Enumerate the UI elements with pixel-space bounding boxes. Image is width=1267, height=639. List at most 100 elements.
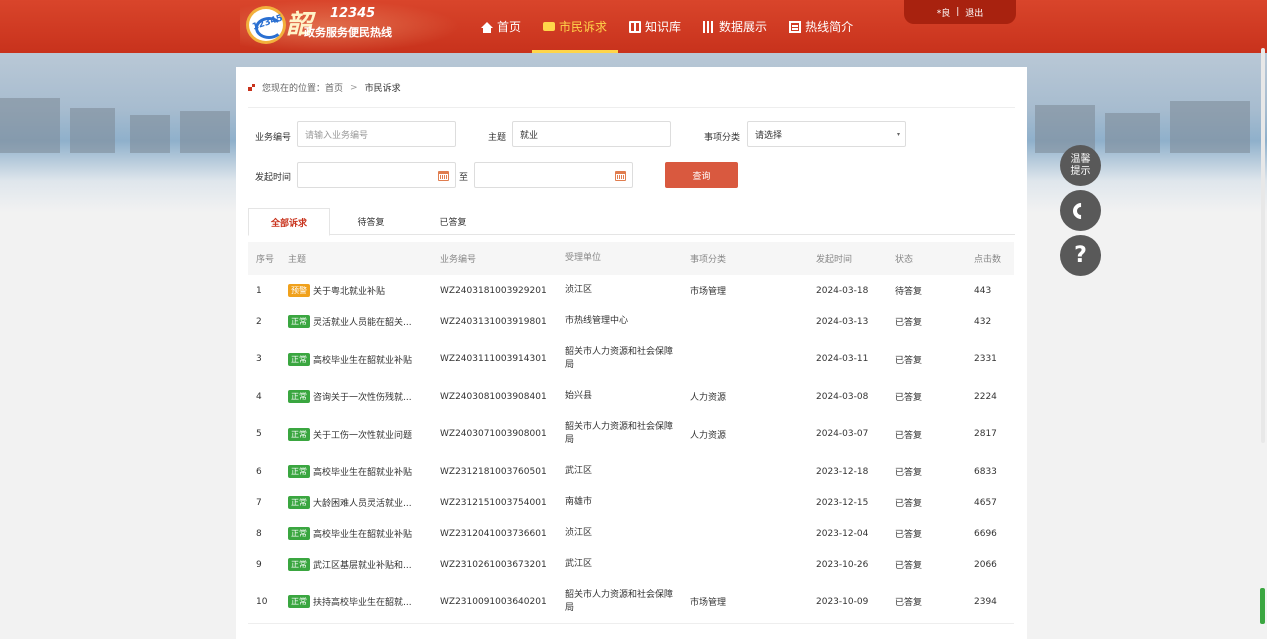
subject-link[interactable]: 咨询关于一次性伤残就... [313, 390, 412, 403]
row-status: 已答复 [895, 430, 923, 441]
row-hits: 2066 [974, 559, 997, 570]
row-unit: 浈江区 [565, 528, 593, 538]
business-no-input[interactable]: 请输入业务编号 [297, 121, 456, 147]
banner-building [180, 111, 230, 153]
tab-replied[interactable]: 已答复 [412, 208, 494, 235]
logout-link[interactable]: 退出 [965, 6, 983, 19]
table-row[interactable]: 10 正常 扶持高校毕业生在韶就... WZ2310091003640201 韶关市人力… [248, 580, 1014, 624]
row-date: 2023-12-15 [816, 497, 869, 508]
row-subject[interactable]: 预警 关于粤北就业补贴 [280, 284, 432, 297]
row-index: 7 [256, 497, 262, 508]
row-hits: 6696 [974, 528, 997, 539]
row-hits: 2224 [974, 391, 997, 402]
status-badge: 正常 [288, 315, 310, 328]
status-badge: 正常 [288, 427, 310, 441]
subject-link[interactable]: 高校毕业生在韶就业补贴 [313, 527, 412, 540]
row-hits: 4657 [974, 497, 997, 508]
table-row[interactable]: 2 正常 灵活就业人员能在韶关... WZ2403131003919801 市热线管理中… [248, 306, 1014, 337]
subject-link[interactable]: 灵活就业人员能在韶关... [313, 315, 412, 328]
home-icon [481, 21, 493, 33]
status-badge: 正常 [288, 558, 310, 571]
nav-citizen-appeals[interactable]: 市民诉求 [532, 0, 619, 53]
row-category: 人力资源 [690, 430, 727, 441]
tips-button[interactable]: 温馨 提示 [1060, 145, 1101, 186]
subject-link[interactable]: 高校毕业生在韶就业补贴 [313, 353, 412, 366]
start-date-input[interactable] [297, 162, 456, 188]
status-badge: 正常 [288, 496, 310, 509]
nav-hotline-intro[interactable]: 热线简介 [778, 0, 864, 53]
row-hits: 6833 [974, 466, 997, 477]
row-subject[interactable]: 正常 武江区基层就业补贴和... [280, 558, 432, 571]
nav-data-display-label: 数据展示 [719, 20, 768, 34]
row-business-no: WZ2310091003640201 [440, 596, 547, 607]
nav-citizen-appeals-label: 市民诉求 [559, 20, 608, 34]
table-row[interactable]: 6 正常 高校毕业生在韶就业补贴 WZ2312181003760501 武江区 2023-… [248, 456, 1014, 487]
row-subject[interactable]: 正常 扶持高校毕业生在韶就... [280, 595, 432, 608]
col-category: 事项分类 [690, 255, 727, 265]
table-row[interactable]: 3 正常 高校毕业生在韶就业补贴 WZ2403111003914301 韶关市人力资源和… [248, 337, 1014, 381]
tips-line-2: 提示 [1070, 165, 1091, 177]
row-index: 10 [256, 596, 268, 607]
nav-home[interactable]: 首页 [470, 0, 532, 53]
subject-link[interactable]: 大龄困难人员灵活就业... [313, 496, 412, 509]
table-header: 序号 主题 业务编号 受理单位 事项分类 发起时间 状态 点击数 [248, 242, 1014, 275]
nav-data-display[interactable]: 数据展示 [692, 0, 778, 53]
subject-link[interactable]: 高校毕业生在韶就业补贴 [313, 465, 412, 478]
calendar-icon[interactable] [615, 171, 626, 181]
breadcrumb: 您现在的位置：首页 > 市民诉求 [248, 81, 401, 94]
row-index: 6 [256, 466, 262, 477]
row-status: 已答复 [895, 355, 923, 366]
row-hits: 443 [974, 285, 992, 296]
subject-link[interactable]: 关于粤北就业补贴 [313, 284, 385, 297]
row-subject[interactable]: 正常 高校毕业生在韶就业补贴 [280, 352, 432, 366]
row-subject[interactable]: 正常 咨询关于一次性伤残就... [280, 390, 432, 403]
table-row[interactable]: 4 正常 咨询关于一次性伤残就... WZ2403081003908401 始兴县 人力资… [248, 381, 1014, 412]
business-no-label: 业务编号 [255, 133, 292, 143]
status-badge: 正常 [288, 595, 310, 608]
row-subject[interactable]: 正常 高校毕业生在韶就业补贴 [280, 527, 432, 540]
row-date: 2023-12-04 [816, 528, 869, 539]
row-unit: 武江区 [565, 466, 593, 476]
table-row[interactable]: 1 预警 关于粤北就业补贴 WZ2403181003929201 浈江区 市场管理 2024… [248, 275, 1014, 306]
row-subject[interactable]: 正常 关于工伤一次性就业问题 [280, 427, 432, 441]
subject-input[interactable]: 就业 [512, 121, 671, 147]
subject-link[interactable]: 关于工伤一次性就业问题 [313, 428, 412, 441]
table-row[interactable]: 9 正常 武江区基层就业补贴和... WZ2310261003673201 武江区 202… [248, 549, 1014, 580]
tab-all-appeals[interactable]: 全部诉求 [248, 208, 330, 236]
table-row[interactable]: 5 正常 关于工伤一次性就业问题 WZ2403071003908001 韶关市人力资源和… [248, 412, 1014, 456]
subject-link[interactable]: 扶持高校毕业生在韶就... [313, 595, 412, 608]
row-category: 人力资源 [690, 393, 727, 403]
row-unit: 韶关市人力资源和社会保障局 [565, 347, 674, 370]
nav-knowledge-base[interactable]: 知识库 [618, 0, 692, 53]
row-hits: 432 [974, 316, 992, 327]
subject-link[interactable]: 武江区基层就业补贴和... [313, 558, 412, 571]
appeals-table: 序号 主题 业务编号 受理单位 事项分类 发起时间 状态 点击数 1 预警 关于粤北… [248, 242, 1014, 624]
row-subject[interactable]: 正常 高校毕业生在韶就业补贴 [280, 465, 432, 478]
phone-button[interactable] [1060, 190, 1101, 231]
category-select[interactable]: 请选择 ▾ [747, 121, 906, 147]
table-row[interactable]: 8 正常 高校毕业生在韶就业补贴 WZ2312041003736601 浈江区 2023-… [248, 518, 1014, 549]
breadcrumb-home[interactable]: 您现在的位置：首页 [262, 81, 343, 94]
tab-pending[interactable]: 待答复 [330, 208, 412, 235]
row-business-no: WZ2403181003929201 [440, 285, 547, 296]
row-subject[interactable]: 正常 灵活就业人员能在韶关... [280, 315, 432, 328]
query-button[interactable]: 查询 [665, 162, 738, 188]
user-name[interactable]: *良 [937, 6, 951, 19]
table-row[interactable]: 7 正常 大龄困难人员灵活就业... WZ2312151003754001 南雄市 202… [248, 487, 1014, 518]
user-box: *良 | 退出 [904, 0, 1016, 24]
row-date: 2024-03-11 [816, 354, 869, 364]
row-status: 待答复 [895, 287, 923, 297]
user-separator: | [956, 7, 960, 17]
calendar-icon[interactable] [438, 171, 449, 181]
scroll-indicator[interactable] [1260, 588, 1265, 624]
row-date: 2024-03-18 [816, 285, 869, 296]
row-status: 已答复 [895, 468, 923, 478]
hotline-logo[interactable]: 12345 韶 12345 政务服务便民热线 [246, 4, 426, 48]
row-unit: 武江区 [565, 559, 593, 569]
breadcrumb-current: 市民诉求 [364, 84, 401, 94]
row-subject[interactable]: 正常 大龄困难人员灵活就业... [280, 496, 432, 509]
end-date-input[interactable] [474, 162, 633, 188]
row-date: 2023-10-26 [816, 559, 869, 570]
help-button[interactable]: ? [1060, 235, 1101, 276]
page-scrollbar[interactable] [1261, 48, 1265, 443]
